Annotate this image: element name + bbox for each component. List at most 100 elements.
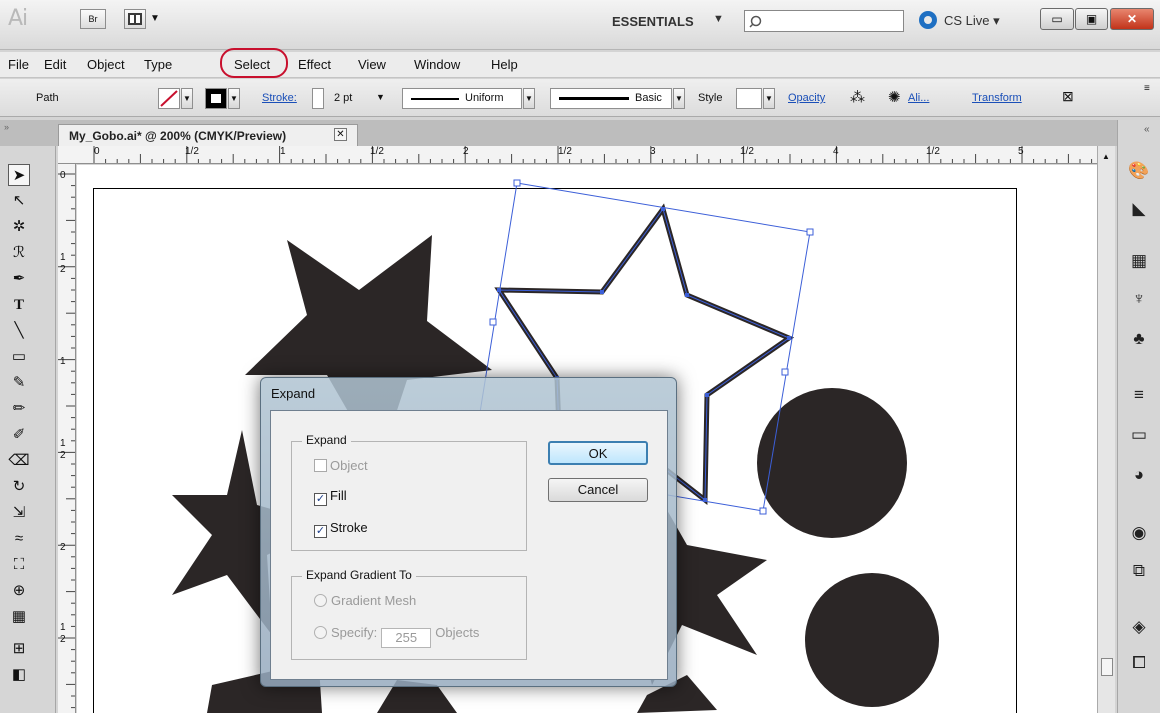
- swatches-panel-icon[interactable]: ▦: [1128, 250, 1150, 272]
- transparency-panel-icon[interactable]: ◕: [1128, 464, 1150, 486]
- scale-tool-icon[interactable]: ⇲: [8, 502, 30, 524]
- menu-window[interactable]: Window: [414, 57, 460, 72]
- panel-menu-icon[interactable]: ≡: [1144, 83, 1150, 94]
- stroke-dropdown-icon[interactable]: ▼: [228, 88, 240, 109]
- cs-live-icon[interactable]: [919, 11, 937, 29]
- cs-live-menu[interactable]: CS Live ▾: [944, 13, 1000, 29]
- bridge-button[interactable]: Br: [80, 9, 106, 29]
- collapse-tools-icon[interactable]: »: [4, 122, 9, 132]
- line-tool-icon[interactable]: ╲: [8, 320, 30, 342]
- fill-checkbox[interactable]: ✓ Fill: [314, 488, 347, 506]
- artboards-panel-icon[interactable]: ⧠: [1128, 652, 1150, 674]
- specify-radio[interactable]: Specify: 255 Objects: [314, 625, 479, 648]
- scroll-thumb[interactable]: [1101, 658, 1113, 676]
- recolor-artwork-icon[interactable]: ⁂: [850, 88, 865, 106]
- perspective-grid-tool-icon[interactable]: ▦: [8, 606, 30, 628]
- fill-checkbox-box[interactable]: ✓: [314, 493, 327, 506]
- arrange-dropdown-icon[interactable]: ▼: [150, 13, 160, 24]
- illustrator-logo: Ai: [8, 6, 28, 31]
- close-document-icon[interactable]: ✕: [334, 128, 347, 141]
- expand-gradient-group: Expand Gradient To Gradient Mesh Specify…: [291, 568, 527, 660]
- cancel-button[interactable]: Cancel: [548, 478, 648, 502]
- stroke-checkbox[interactable]: ✓ Stroke: [314, 520, 368, 538]
- graphic-styles-panel-icon[interactable]: ⧉: [1128, 560, 1150, 582]
- selection-tool-icon[interactable]: ➤: [8, 164, 30, 186]
- expand-gradient-group-label: Expand Gradient To: [302, 568, 416, 582]
- expand-group-label: Expand: [302, 433, 351, 447]
- lasso-tool-icon[interactable]: ℛ: [8, 242, 30, 264]
- workspace-dropdown-icon[interactable]: ▼: [713, 13, 724, 25]
- specify-objects-input[interactable]: 255: [381, 628, 432, 648]
- stroke-link[interactable]: Stroke:: [262, 92, 297, 104]
- rectangle-tool-icon[interactable]: ▭: [8, 346, 30, 368]
- symbols-panel-icon[interactable]: ♣: [1128, 328, 1150, 350]
- ruler-label: 5: [1018, 146, 1024, 157]
- document-tab[interactable]: My_Gobo.ai* @ 200% (CMYK/Preview) ✕: [58, 124, 358, 146]
- ruler-label: 2: [60, 264, 66, 275]
- maximize-button[interactable]: ▣: [1075, 8, 1108, 30]
- color-guide-panel-icon[interactable]: ◣: [1128, 198, 1150, 220]
- global-edit-icon[interactable]: ✺: [888, 88, 901, 106]
- mesh-tool-icon[interactable]: ⊞: [8, 638, 30, 660]
- gradient-tool-icon[interactable]: ◧: [8, 664, 30, 686]
- profile-dropdown-icon[interactable]: ▼: [523, 88, 535, 109]
- width-tool-icon[interactable]: ≈: [8, 528, 30, 550]
- ok-button[interactable]: OK: [548, 441, 648, 465]
- arrange-documents-icon[interactable]: [124, 9, 146, 29]
- scroll-up-icon[interactable]: ▲: [1102, 152, 1110, 161]
- appearance-panel-icon[interactable]: ◉: [1128, 522, 1150, 544]
- workspace-switcher[interactable]: ESSENTIALS: [612, 14, 694, 29]
- menu-object[interactable]: Object: [87, 57, 125, 72]
- fill-dropdown-icon[interactable]: ▼: [181, 88, 193, 109]
- shape-builder-tool-icon[interactable]: ⊕: [8, 580, 30, 602]
- eraser-tool-icon[interactable]: ⌫: [8, 450, 30, 472]
- ruler-label: 1/2: [740, 146, 754, 157]
- minimize-button[interactable]: ▭: [1040, 8, 1074, 30]
- layers-panel-icon[interactable]: ◈: [1128, 616, 1150, 638]
- stroke-swatch[interactable]: [205, 88, 227, 109]
- menu-help[interactable]: Help: [491, 57, 518, 72]
- pen-tool-icon[interactable]: ✒: [8, 268, 30, 290]
- free-transform-tool-icon[interactable]: ⛶: [8, 554, 30, 576]
- pencil-tool-icon[interactable]: ✏: [8, 398, 30, 420]
- blob-brush-tool-icon[interactable]: ✐: [8, 424, 30, 446]
- stroke-checkbox-box[interactable]: ✓: [314, 525, 327, 538]
- menu-file[interactable]: File: [8, 57, 29, 72]
- vertical-scrollbar[interactable]: ▲: [1097, 146, 1115, 713]
- brush-definition[interactable]: Basic: [550, 88, 672, 109]
- brushes-panel-icon[interactable]: ♆: [1128, 288, 1150, 310]
- object-checkbox[interactable]: Object: [314, 458, 368, 473]
- gradient-panel-icon[interactable]: ▭: [1128, 424, 1150, 446]
- style-dropdown-icon[interactable]: ▼: [763, 88, 775, 109]
- isolate-icon[interactable]: ⊠: [1062, 88, 1074, 105]
- menu-edit[interactable]: Edit: [44, 57, 66, 72]
- paintbrush-tool-icon[interactable]: ✎: [8, 372, 30, 394]
- stroke-weight-value[interactable]: 2 pt: [334, 92, 352, 104]
- stroke-panel-icon[interactable]: ≡: [1128, 384, 1150, 406]
- brush-dropdown-icon[interactable]: ▼: [673, 88, 685, 109]
- help-search-input[interactable]: [744, 10, 904, 32]
- type-tool-icon[interactable]: T: [8, 294, 30, 316]
- object-checkbox-box[interactable]: [314, 459, 327, 472]
- close-window-button[interactable]: ✕: [1110, 8, 1154, 30]
- rotate-tool-icon[interactable]: ↻: [8, 476, 30, 498]
- magic-wand-tool-icon[interactable]: ✲: [8, 216, 30, 238]
- expand-panels-icon[interactable]: «: [1144, 124, 1150, 135]
- transform-link[interactable]: Transform: [972, 92, 1022, 104]
- graphic-style-swatch[interactable]: [736, 88, 762, 109]
- color-panel-icon[interactable]: 🎨: [1128, 160, 1150, 182]
- menu-type[interactable]: Type: [144, 57, 172, 72]
- align-link[interactable]: Ali...: [908, 92, 929, 104]
- direct-selection-tool-icon[interactable]: ↖: [8, 190, 30, 212]
- stroke-stepper[interactable]: [312, 88, 324, 109]
- menu-effect[interactable]: Effect: [298, 57, 331, 72]
- style-label: Style: [698, 92, 723, 104]
- opacity-link[interactable]: Opacity: [788, 92, 825, 104]
- stroke-weight-dropdown-icon[interactable]: ▼: [376, 92, 385, 102]
- menu-bar: File Edit Object Type Select Effect View…: [0, 52, 1160, 78]
- gradient-mesh-radio[interactable]: Gradient Mesh: [314, 593, 416, 608]
- fill-swatch[interactable]: [158, 88, 180, 109]
- ruler-label: 0: [60, 170, 66, 181]
- variable-width-profile[interactable]: Uniform: [402, 88, 522, 109]
- menu-view[interactable]: View: [358, 57, 386, 72]
